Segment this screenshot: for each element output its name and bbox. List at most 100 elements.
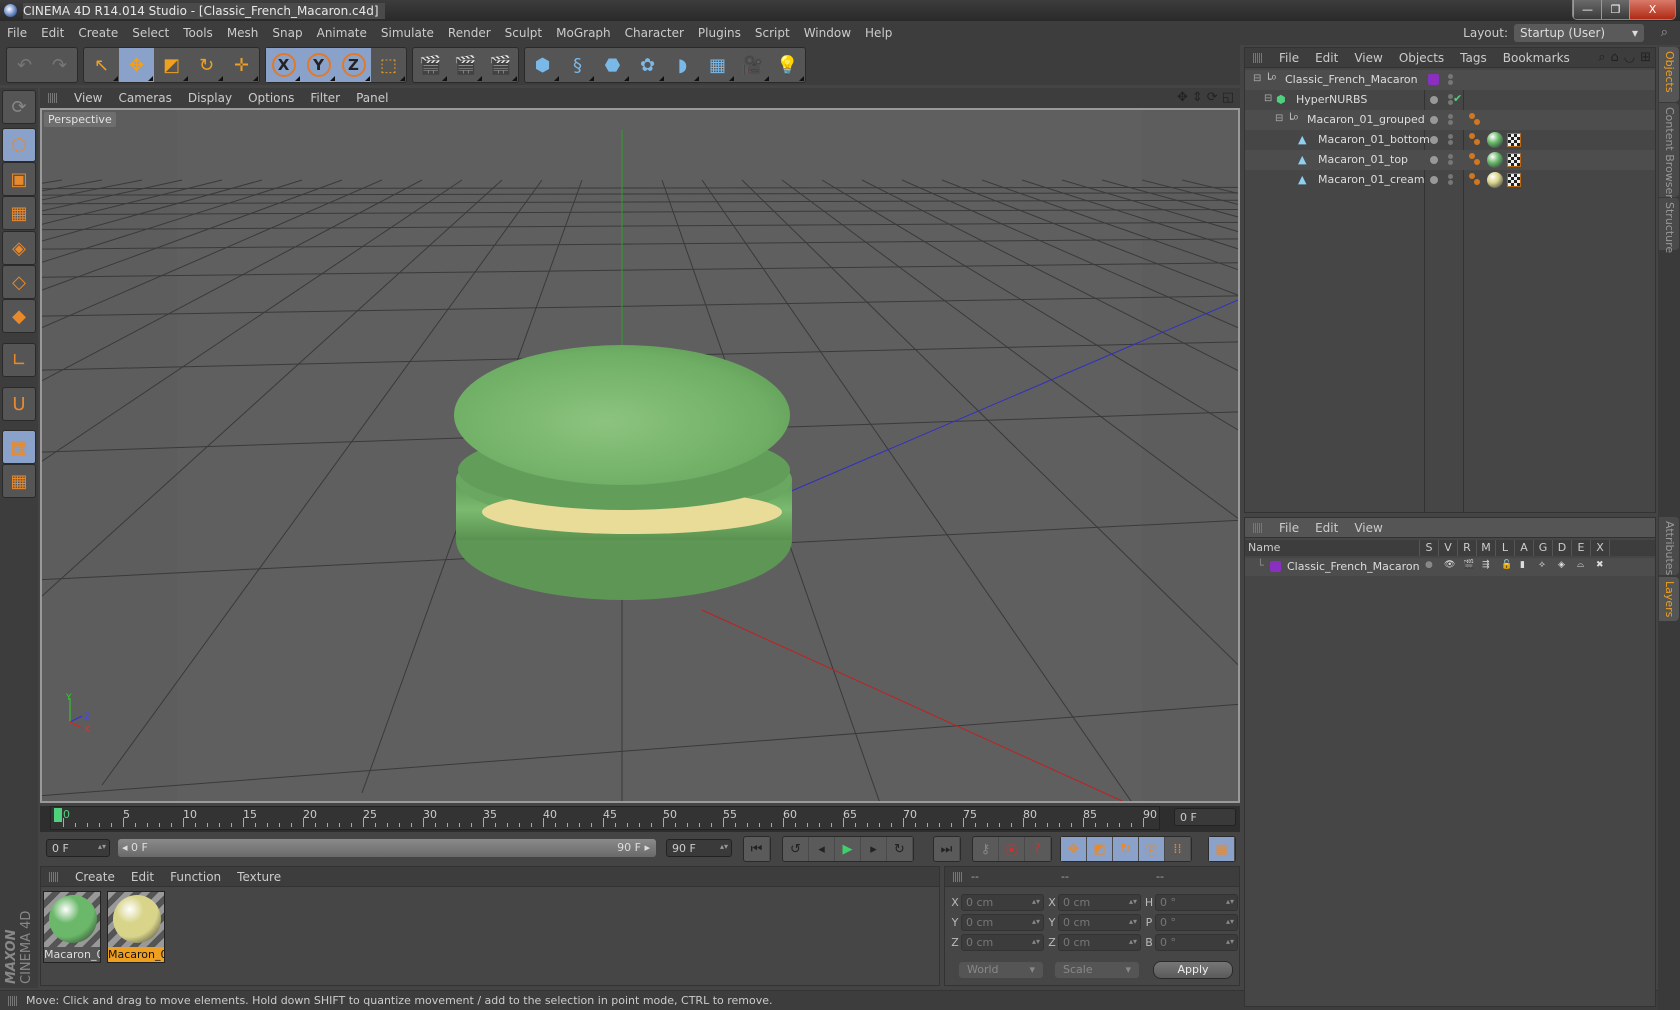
layer-column-d[interactable]: D: [1553, 540, 1572, 556]
current-frame-field[interactable]: 0 F: [1174, 808, 1236, 826]
live-selection-button[interactable]: ↖: [84, 48, 119, 82]
coordinate-system-button[interactable]: ⬚: [371, 48, 406, 82]
track-scale-button[interactable]: ◩: [1087, 837, 1113, 861]
generator-icon[interactable]: ⟡: [1539, 560, 1545, 570]
enabled-check-icon[interactable]: ✔: [1453, 92, 1462, 105]
visible-eye-icon[interactable]: 👁: [1444, 560, 1455, 570]
make-editable-button[interactable]: ⟳: [2, 90, 36, 124]
track-position-button[interactable]: ✥: [1061, 837, 1087, 861]
rotate-view-icon[interactable]: ⟳: [1207, 90, 1218, 105]
menu-script[interactable]: Script: [748, 26, 797, 40]
go-to-end-button[interactable]: ⏭: [934, 837, 960, 861]
visibility-toggle[interactable]: [1448, 153, 1454, 166]
object-menu-tags[interactable]: Tags: [1452, 51, 1495, 65]
grip-handle[interactable]: [49, 871, 59, 882]
layer-dot[interactable]: [1430, 96, 1438, 104]
maximize-button[interactable]: ❐: [1601, 0, 1629, 19]
menu-render[interactable]: Render: [441, 26, 498, 40]
object-row[interactable]: ▲ Macaron_01_bottom: [1245, 130, 1655, 150]
phong-tag-icon[interactable]: [1469, 153, 1481, 165]
menu-plugins[interactable]: Plugins: [691, 26, 748, 40]
playhead[interactable]: [54, 808, 62, 822]
perspective-viewport[interactable]: Y Z X Perspective: [40, 108, 1240, 803]
menu-animate[interactable]: Animate: [310, 26, 374, 40]
menu-mograph[interactable]: MoGraph: [549, 26, 618, 40]
expression-icon[interactable]: ⌓: [1577, 560, 1584, 570]
rotate-button[interactable]: ↻: [189, 48, 224, 82]
uvw-tag-icon[interactable]: [1507, 133, 1521, 147]
menu-file[interactable]: File: [0, 26, 34, 40]
lock-icon[interactable]: 🔓: [1501, 560, 1512, 570]
material-tag-icon[interactable]: [1487, 152, 1503, 168]
xref-icon[interactable]: ✖: [1596, 560, 1604, 570]
preview-range-slider[interactable]: ◂ 0 F 90 F ▸: [118, 839, 656, 857]
previous-key-button[interactable]: ↺: [783, 837, 809, 861]
viewport-menu-cameras[interactable]: Cameras: [110, 91, 179, 105]
render-view-button[interactable]: 🎬: [413, 48, 448, 82]
play-button[interactable]: ▶: [835, 837, 861, 861]
deformer-button[interactable]: ◗: [665, 48, 700, 82]
menu-help[interactable]: Help: [858, 26, 899, 40]
nurbs-button[interactable]: ⬣: [595, 48, 630, 82]
rotation-b-field[interactable]: 0 ° ▴▾: [1155, 933, 1238, 951]
maximize-view-icon[interactable]: ◱: [1222, 90, 1234, 105]
layer-dot[interactable]: [1430, 176, 1438, 184]
x-axis-lock-button[interactable]: X: [266, 48, 301, 82]
layer-menu-edit[interactable]: Edit: [1307, 521, 1346, 535]
undo-button[interactable]: ↶: [7, 48, 42, 82]
material-menu-edit[interactable]: Edit: [123, 870, 162, 884]
material-menu-create[interactable]: Create: [67, 870, 123, 884]
camera-button[interactable]: 🎥: [735, 48, 770, 82]
light-button[interactable]: 💡: [770, 48, 805, 82]
menu-edit[interactable]: Edit: [34, 26, 71, 40]
y-axis-lock-button[interactable]: Y: [301, 48, 336, 82]
rotation-h-field[interactable]: 0 ° ▴▾: [1155, 893, 1238, 911]
search-icon[interactable]: ⌕: [1598, 50, 1605, 65]
visibility-toggle[interactable]: [1448, 73, 1454, 86]
layer-dot[interactable]: [1430, 156, 1438, 164]
next-key-button[interactable]: ↻: [887, 837, 913, 861]
material-menu-texture[interactable]: Texture: [229, 870, 289, 884]
menu-mesh[interactable]: Mesh: [220, 26, 266, 40]
search-icon[interactable]: ⌕: [1661, 25, 1668, 40]
animation-icon[interactable]: ▮: [1520, 560, 1525, 570]
tab-objects[interactable]: Objects: [1659, 47, 1679, 102]
redo-button[interactable]: ↷: [42, 48, 77, 82]
phong-tag-icon[interactable]: [1469, 133, 1481, 145]
mograph-cloner-button[interactable]: ✿: [630, 48, 665, 82]
track-parameter-button[interactable]: Ⓟ: [1139, 837, 1165, 861]
polygons-mode-button[interactable]: ◆: [2, 299, 36, 333]
move-button[interactable]: ✥: [119, 48, 154, 82]
tab-layers[interactable]: Layers: [1659, 577, 1679, 621]
macaron-model[interactable]: [454, 345, 792, 600]
visibility-toggle[interactable]: [1448, 133, 1454, 146]
autokey-button[interactable]: ⚷: [973, 837, 999, 861]
home-icon[interactable]: ⌂: [1610, 50, 1618, 65]
go-to-start-button[interactable]: ⏮: [744, 837, 770, 861]
move-view-icon[interactable]: ✥: [1177, 90, 1188, 105]
coordinate-mode-dropdown[interactable]: Scale ▾: [1055, 962, 1139, 978]
layout-dropdown[interactable]: Startup (User) ▾: [1514, 24, 1644, 42]
layer-column-x[interactable]: X: [1591, 540, 1610, 556]
viewport-menu-panel[interactable]: Panel: [348, 91, 396, 105]
viewport-menu-display[interactable]: Display: [180, 91, 240, 105]
object-row[interactable]: ▲ Macaron_01_cream: [1245, 170, 1655, 190]
snap-magnet-button[interactable]: U: [2, 387, 36, 421]
layer-column-name[interactable]: Name: [1245, 540, 1420, 556]
eye-icon[interactable]: ◡: [1624, 50, 1635, 65]
object-menu-bookmarks[interactable]: Bookmarks: [1495, 51, 1578, 65]
phong-tag-icon[interactable]: [1469, 113, 1481, 125]
lock-workplane-button[interactable]: ▦: [2, 430, 36, 464]
minimize-button[interactable]: —: [1573, 0, 1601, 19]
edges-mode-button[interactable]: ◇: [2, 265, 36, 299]
close-button[interactable]: X: [1629, 0, 1675, 19]
record-keys-button[interactable]: ⦿: [999, 837, 1025, 861]
coordinate-space-dropdown[interactable]: World ▾: [959, 962, 1043, 978]
grip-handle[interactable]: [953, 871, 963, 882]
cube-primitive-button[interactable]: ⬢: [525, 48, 560, 82]
menu-window[interactable]: Window: [797, 26, 858, 40]
object-row[interactable]: ⊟ └⁰ Macaron_01_grouped: [1245, 110, 1655, 130]
layer-column-s[interactable]: S: [1420, 540, 1439, 556]
layer-column-a[interactable]: A: [1515, 540, 1534, 556]
position-z-field[interactable]: 0 cm ▴▾: [961, 933, 1044, 951]
